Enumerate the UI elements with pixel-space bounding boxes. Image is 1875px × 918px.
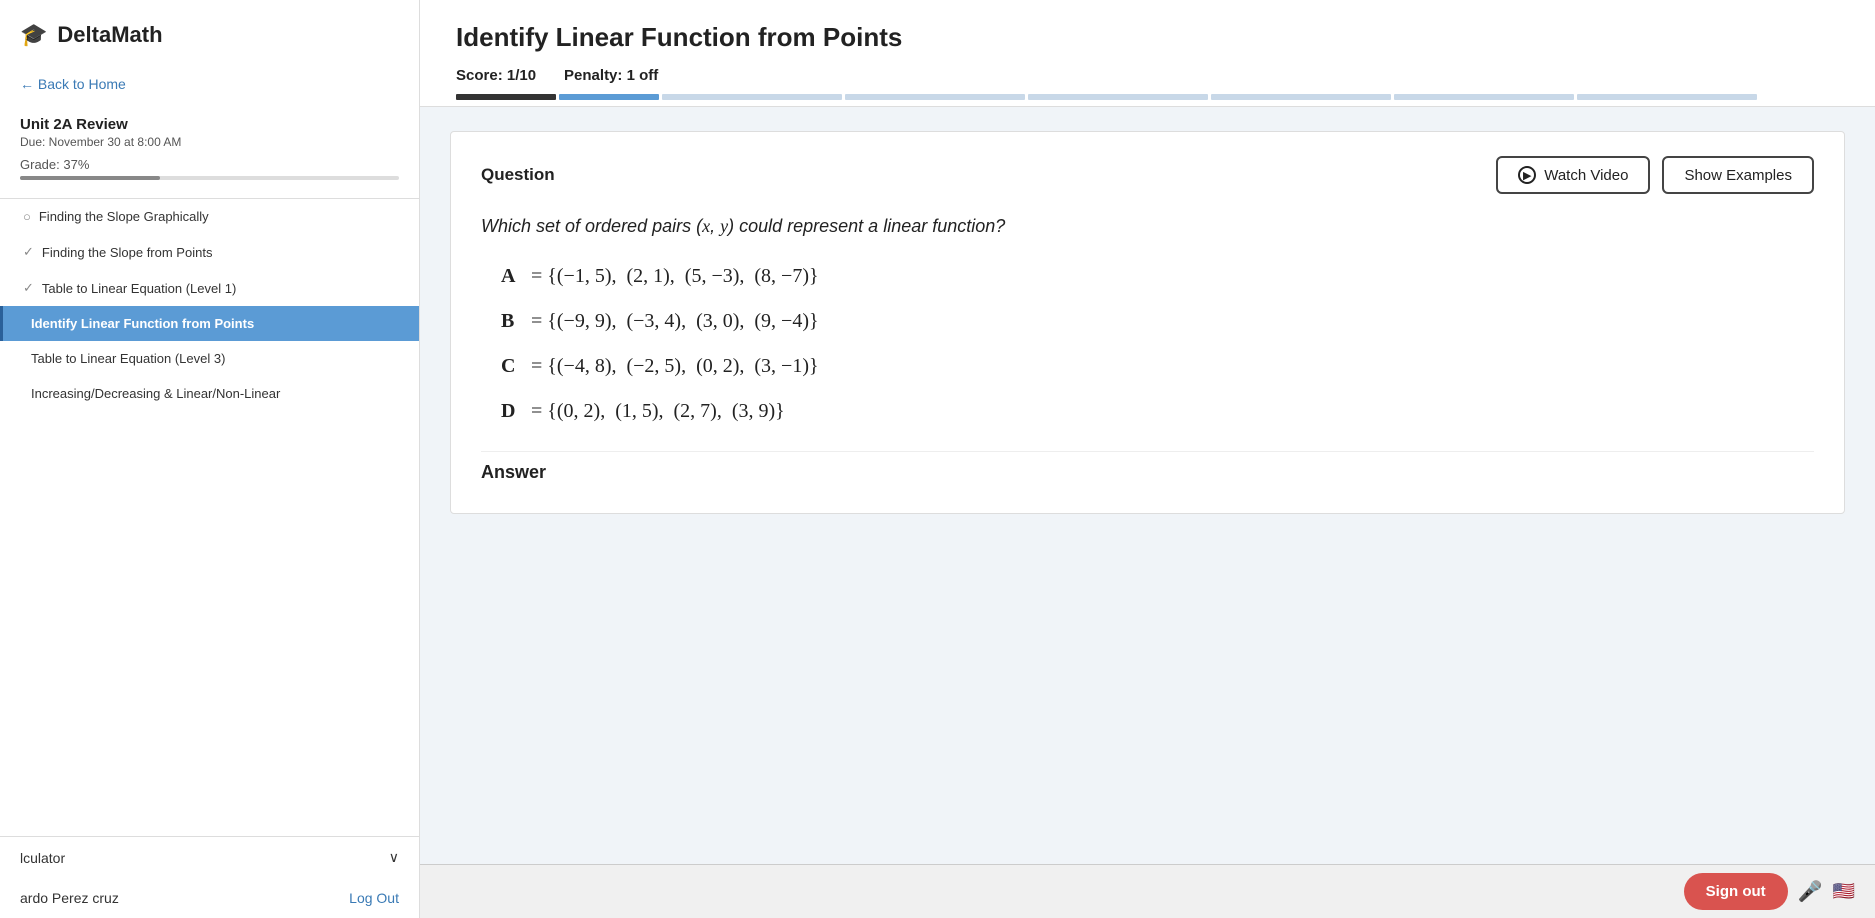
main-header: Identify Linear Function from Points Sco… [420,0,1875,107]
choice-c-math: = {(−4, 8), (−2, 5), (0, 2), (3, −1)} [531,355,819,378]
choice-a-math: = {(−1, 5), (2, 1), (5, −3), (8, −7)} [531,265,819,288]
bottom-bar: Sign out 🎤 🇺🇸 [420,864,1875,918]
logout-link[interactable]: Log Out [349,890,399,906]
answer-section: Answer [481,451,1814,483]
progress-seg-5 [1211,94,1391,100]
choice-c[interactable]: C = {(−4, 8), (−2, 5), (0, 2), (3, −1)} [501,355,1794,378]
grade-bar [20,176,399,180]
grade-bar-fill [20,176,160,180]
page-title: Identify Linear Function from Points [456,22,1839,53]
choice-c-label: C [501,355,521,378]
nav-icon-2: ✓ [23,280,34,296]
top-buttons: ▶ Watch Video Show Examples [1496,156,1814,194]
sidebar-item-label-0: Finding the Slope Graphically [39,209,209,224]
progress-bar [456,94,1839,106]
sidebar-item-increasing-decreasing[interactable]: Increasing/Decreasing & Linear/Non-Linea… [0,376,419,411]
answer-label: Answer [481,462,546,482]
sidebar-nav: ○ Finding the Slope Graphically ✓ Findin… [0,199,419,411]
choice-a-label: A [501,265,521,288]
sidebar-item-finding-slope-points[interactable]: ✓ Finding the Slope from Points [0,234,419,270]
question-top-row: Question ▶ Watch Video Show Examples [481,156,1814,194]
nav-icon-1: ✓ [23,244,34,260]
grade-label: Grade: 37% [20,157,399,172]
watch-video-label: Watch Video [1544,167,1628,184]
show-examples-button[interactable]: Show Examples [1662,156,1814,194]
logo-area: 🎓 DeltaMath [0,0,419,66]
progress-seg-6 [1394,94,1574,100]
question-text: Which set of ordered pairs (x, y) could … [481,216,1814,237]
sidebar-item-finding-slope-graphically[interactable]: ○ Finding the Slope Graphically [0,199,419,234]
sidebar-item-label-2: Table to Linear Equation (Level 1) [42,281,236,296]
question-card: Question ▶ Watch Video Show Examples Whi… [450,131,1845,514]
progress-seg-2 [662,94,842,100]
sidebar-item-label-3: Identify Linear Function from Points [31,316,254,331]
choice-b-label: B [501,310,521,333]
flag-icon: 🇺🇸 [1833,881,1855,902]
calculator-label: lculator [20,850,65,866]
score-label: Score: 1/10 [456,67,536,84]
choice-b[interactable]: B = {(−9, 9), (−3, 4), (3, 0), (9, −4)} [501,310,1794,333]
sidebar: 🎓 DeltaMath ← Back to Home Unit 2A Revie… [0,0,420,918]
progress-seg-3 [845,94,1025,100]
sign-out-button[interactable]: Sign out [1684,873,1788,910]
main-content: Identify Linear Function from Points Sco… [420,0,1875,918]
logo-text: DeltaMath [57,22,162,48]
sidebar-item-table-linear-level1[interactable]: ✓ Table to Linear Equation (Level 1) [0,270,419,306]
choice-d[interactable]: D = {(0, 2), (1, 5), (2, 7), (3, 9)} [501,400,1794,423]
user-name: ardo Perez cruz [20,890,119,906]
progress-seg-1 [559,94,659,100]
progress-seg-7 [1577,94,1757,100]
question-label: Question [481,165,555,185]
assignment-info: Unit 2A Review Due: November 30 at 8:00 … [0,106,419,198]
sidebar-item-label-4: Table to Linear Equation (Level 3) [31,351,225,366]
sidebar-item-identify-linear[interactable]: Identify Linear Function from Points [0,306,419,341]
progress-seg-0 [456,94,556,100]
choice-d-math: = {(0, 2), (1, 5), (2, 7), (3, 9)} [531,400,785,423]
choice-a[interactable]: A = {(−1, 5), (2, 1), (5, −3), (8, −7)} [501,265,1794,288]
mic-icon: 🎤 [1798,879,1823,904]
assignment-title: Unit 2A Review [20,116,399,133]
sidebar-item-label-5: Increasing/Decreasing & Linear/Non-Linea… [31,386,280,401]
assignment-due: Due: November 30 at 8:00 AM [20,135,399,149]
nav-icon-0: ○ [23,209,31,224]
calculator-item[interactable]: lculator ∨ [0,837,419,878]
logo-icon: 🎓 [20,22,47,48]
show-examples-label: Show Examples [1684,167,1792,184]
user-row: ardo Perez cruz Log Out [0,878,419,918]
back-to-home-link[interactable]: ← Back to Home [0,66,419,106]
sidebar-item-label-1: Finding the Slope from Points [42,245,213,260]
answer-choices: A = {(−1, 5), (2, 1), (5, −3), (8, −7)} … [481,265,1814,423]
sidebar-item-table-linear-level3[interactable]: Table to Linear Equation (Level 3) [0,341,419,376]
choice-b-math: = {(−9, 9), (−3, 4), (3, 0), (9, −4)} [531,310,819,333]
play-circle-icon: ▶ [1518,166,1536,184]
watch-video-button[interactable]: ▶ Watch Video [1496,156,1650,194]
chevron-down-icon: ∨ [389,849,399,866]
score-row: Score: 1/10 Penalty: 1 off [456,67,1839,84]
choice-d-label: D [501,400,521,423]
progress-seg-4 [1028,94,1208,100]
penalty-label: Penalty: 1 off [564,67,658,84]
